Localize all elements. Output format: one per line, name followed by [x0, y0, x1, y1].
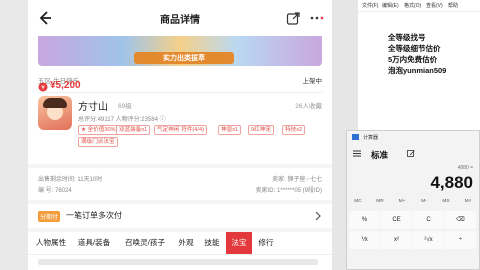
tab-appearance[interactable]: 外观 — [174, 232, 198, 254]
share-icon[interactable] — [286, 11, 300, 25]
price-tag-icon: ¥ — [38, 82, 48, 92]
role-name: 方寸山 — [78, 102, 108, 113]
svg-text:¥: ¥ — [41, 84, 45, 91]
tab-summons-children[interactable]: 召唤灵/孩子 — [118, 232, 172, 254]
memory-row: MC MR M+ M- MS M˅ — [347, 197, 479, 209]
tab-attributes[interactable]: 人物属性 — [32, 232, 70, 254]
hamburger-menu-icon[interactable] — [353, 150, 361, 157]
square-key[interactable]: x² — [381, 231, 412, 249]
desktop-left-edge — [0, 0, 28, 270]
avatar-hair — [43, 98, 67, 108]
favorite-count: 26人收藏 — [295, 103, 322, 110]
backspace-key[interactable]: ⌫ — [445, 211, 476, 229]
percent-key[interactable]: % — [349, 211, 380, 229]
price: ¥5,200 — [50, 80, 81, 91]
listing-info: 出售剩余时间: 11天10时 编 号: 76024 卖家: 狮子座♂七七 卖家I… — [38, 174, 322, 198]
notepad-line: 全等级细节估价 — [388, 44, 441, 53]
reciprocal-key[interactable]: ⅟x — [349, 231, 380, 249]
content-placeholder — [38, 259, 318, 265]
more-icon[interactable] — [308, 11, 326, 25]
tag: 气定神闲·符件(4/4) — [154, 125, 207, 135]
notepad-line: 全等级找号 — [388, 33, 426, 42]
keep-on-top-icon[interactable] — [407, 150, 415, 158]
tab-skills[interactable]: 技能 — [200, 232, 224, 254]
tag: 9红神宠 — [248, 125, 274, 135]
menu-format[interactable]: 格式(O) — [404, 2, 421, 9]
calculator-mode-row: 标准 — [347, 147, 479, 161]
notepad-line: 泡泡yunmian509 — [388, 66, 447, 75]
screen: 商品详情 实力出类拔萃 五区-生日快乐 上架中 ¥ ¥5,200 方寸山 69级… — [0, 0, 480, 270]
time-left: 出售剩余时间: 11天10时 — [38, 177, 103, 183]
m-minus-button[interactable]: M- — [413, 199, 435, 204]
menu-view[interactable]: 查看(V) — [426, 2, 443, 9]
installment-badge: 分期付 — [38, 211, 61, 222]
menu-edit[interactable]: 编辑(E) — [382, 2, 399, 9]
tag: 双蓝装备x1 — [116, 125, 151, 135]
menu-help[interactable]: 帮助 — [448, 2, 458, 9]
role-card[interactable]: 方寸山 69级 26人收藏 总评分:49117 人物评分:23584 ⓘ ★ 全… — [38, 96, 322, 160]
tab-treasure[interactable]: 法宝 — [226, 232, 252, 254]
banner-text: 实力出类拔萃 — [134, 52, 234, 64]
mc-button[interactable]: MC — [347, 199, 369, 204]
memory-list-button[interactable]: M˅ — [457, 199, 479, 204]
tab-cultivation[interactable]: 修行 — [254, 232, 278, 254]
calculator-icon — [352, 134, 359, 140]
app-header: 商品详情 — [28, 0, 332, 36]
m-plus-button[interactable]: M+ — [391, 199, 413, 204]
notepad-menubar: 文件(F) 编辑(E) 格式(O) 查看(V) 帮助 — [358, 0, 480, 12]
notepad-window: 文件(F) 编辑(E) 格式(O) 查看(V) 帮助 全等级找号 全等级细节估价… — [358, 0, 480, 130]
clear-entry-key[interactable]: CE — [381, 211, 412, 229]
tag: 特技x2 — [282, 125, 306, 135]
calculator-expression: 4880 = — [457, 165, 473, 171]
score-line: 总评分:49117 人物评分:23584 ⓘ — [78, 117, 166, 123]
avatar — [38, 96, 72, 130]
tag: 满级门派法宝 — [78, 137, 118, 147]
detail-tabs: 人物属性 道具/装备 召唤灵/孩子 外观 技能 法宝 修行 — [28, 232, 332, 254]
promo-banner[interactable]: 实力出类拔萃 — [38, 36, 322, 66]
chevron-right-icon — [315, 211, 321, 221]
divide-key[interactable]: ÷ — [445, 231, 476, 249]
tab-items-equipment[interactable]: 道具/装备 — [72, 232, 116, 254]
clear-key[interactable]: C — [413, 211, 444, 229]
role-level: 69级 — [118, 103, 132, 110]
notepad-line: 5万内免费估价 — [388, 55, 438, 64]
section-divider — [28, 164, 332, 168]
installment-row[interactable]: 分期付 一笔订单多次付 — [38, 208, 322, 224]
installment-text: 一笔订单多次付 — [66, 211, 122, 220]
tag: ★ 全价值30% — [78, 125, 119, 135]
product-detail-app: 商品详情 实力出类拔萃 五区-生日快乐 上架中 ¥ ¥5,200 方寸山 69级… — [28, 0, 332, 270]
notepad-text[interactable]: 全等级找号 全等级细节估价 5万内免费估价 泡泡yunmian509 — [388, 32, 480, 76]
menu-file[interactable]: 文件(F) — [362, 2, 378, 9]
calculator-title: 计算器 — [363, 135, 379, 141]
section-divider — [28, 200, 332, 204]
item-id: 编 号: 76024 — [38, 188, 72, 194]
divider — [38, 92, 322, 93]
ms-button[interactable]: MS — [435, 199, 457, 204]
mr-button[interactable]: MR — [369, 199, 391, 204]
seller-name: 卖家: 狮子座♂七七 — [272, 177, 322, 183]
calculator-mode: 标准 — [371, 150, 389, 160]
tag: 神兽x1 — [218, 125, 242, 135]
square-root-key[interactable]: ²√x — [413, 231, 444, 249]
calculator-titlebar: 计算器 — [347, 131, 479, 143]
seller-id: 卖家ID: 1******05 (9段ID) — [255, 188, 322, 194]
calculator-display: 4,880 — [430, 173, 473, 192]
calculator-window: 计算器 标准 4880 = 4,880 MC MR M+ M- MS M˅ % … — [346, 130, 480, 270]
content-preview — [28, 254, 332, 270]
